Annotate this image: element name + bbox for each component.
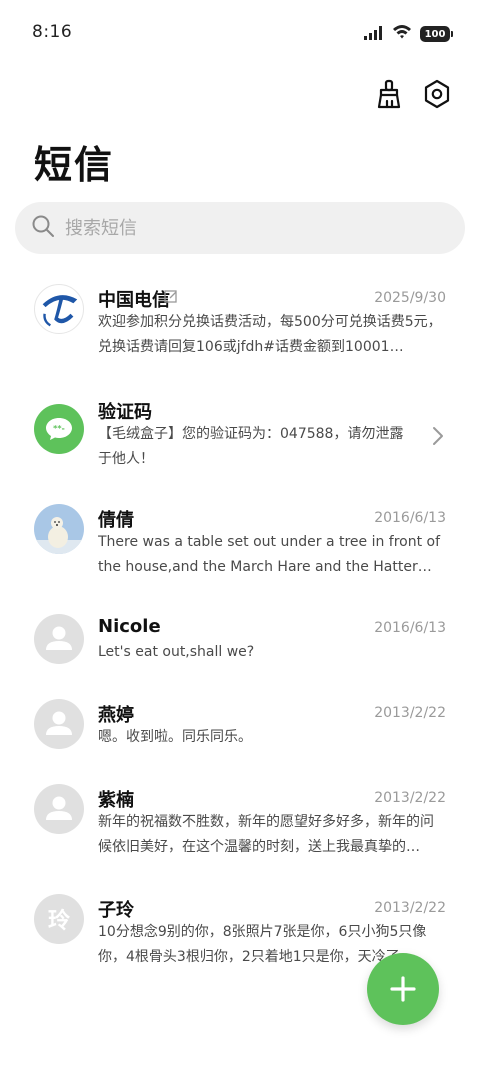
avatar-initial: 玲 (47, 909, 70, 934)
status-bar: 8:16 100 (0, 0, 480, 66)
person-icon (46, 796, 72, 820)
conversation-item[interactable]: Nicole 2016/6/13 Let's eat out,shall we? (0, 598, 480, 683)
battery-level: 100 (424, 28, 446, 40)
avatar (34, 699, 84, 749)
settings-icon[interactable] (422, 78, 452, 110)
conversation-list: 中国电信 2025/9/30 欢迎参加积分兑换话费活动，每500分可兑换话费5元… (0, 268, 480, 968)
conversation-preview: 【毛绒盒子】您的验证码为：047588，请勿泄露于他人！ (98, 426, 404, 467)
conversation-item[interactable]: 紫楠 2013/2/22 新年的祝福数不胜数，新年的愿望好多好多，新年的问候依旧… (0, 768, 480, 878)
conversation-name: 中国电信 (98, 290, 170, 311)
conversation-date: 2013/2/22 (374, 705, 446, 721)
polar-bear-photo (34, 504, 84, 554)
status-time: 8:16 (32, 22, 73, 42)
broom-icon[interactable] (374, 78, 404, 110)
avatar (34, 614, 84, 664)
search-input[interactable] (65, 217, 425, 239)
conversation-name: 紫楠 (98, 790, 134, 811)
chevron-right-icon[interactable] (432, 426, 444, 450)
status-icons: 100 (364, 24, 453, 44)
china-telecom-logo (34, 284, 84, 334)
conversation-name: 子玲 (98, 900, 134, 921)
conversation-date: 2013/2/22 (374, 900, 446, 916)
wifi-icon (392, 24, 412, 44)
conversation-name: Nicole (98, 616, 161, 637)
search-icon (31, 214, 55, 242)
conversation-name: 倩倩 (98, 510, 134, 531)
conversation-name: 验证码 (98, 402, 152, 423)
avatar (34, 784, 84, 834)
person-icon (46, 711, 72, 735)
message-bubble-icon: **- (34, 404, 84, 454)
conversation-preview: Let's eat out,shall we? (98, 644, 255, 660)
conversation-date: 2016/6/13 (374, 510, 446, 526)
conversation-date: 2013/2/22 (374, 790, 446, 806)
signal-icon (364, 25, 384, 44)
conversation-date: 2025/9/30 (374, 290, 446, 306)
new-message-button[interactable] (367, 953, 439, 1025)
conversation-preview: 新年的祝福数不胜数，新年的愿望好多好多，新年的问候依旧美好，在这个温馨的时刻，送… (98, 814, 434, 855)
conversation-item[interactable]: **- 验证码 【毛绒盒子】您的验证码为：047588，请勿泄露于他人！ (0, 378, 480, 488)
svg-text:**-: **- (53, 424, 65, 433)
conversation-preview: There was a table set out under a tree i… (98, 534, 441, 575)
conversation-item[interactable]: 中国电信 2025/9/30 欢迎参加积分兑换话费活动，每500分可兑换话费5元… (0, 268, 480, 378)
top-actions (374, 78, 452, 110)
conversation-item[interactable]: 倩倩 2016/6/13 There was a table set out u… (0, 488, 480, 598)
plus-icon (390, 976, 416, 1002)
conversation-item[interactable]: 燕婷 2013/2/22 嗯。收到啦。同乐同乐。 (0, 683, 480, 768)
edit-note-icon (164, 289, 178, 308)
conversation-preview: 嗯。收到啦。同乐同乐。 (98, 729, 252, 745)
conversation-name: 燕婷 (98, 705, 134, 726)
page-title: 短信 (34, 143, 115, 187)
conversation-preview: 欢迎参加积分兑换话费活动，每500分可兑换话费5元，兑换话费请回复106或jfd… (98, 314, 442, 355)
avatar: 玲 (34, 894, 84, 944)
battery-icon: 100 (420, 26, 453, 42)
person-icon (46, 626, 72, 650)
conversation-date: 2016/6/13 (374, 620, 446, 636)
search-bar[interactable] (15, 202, 465, 254)
